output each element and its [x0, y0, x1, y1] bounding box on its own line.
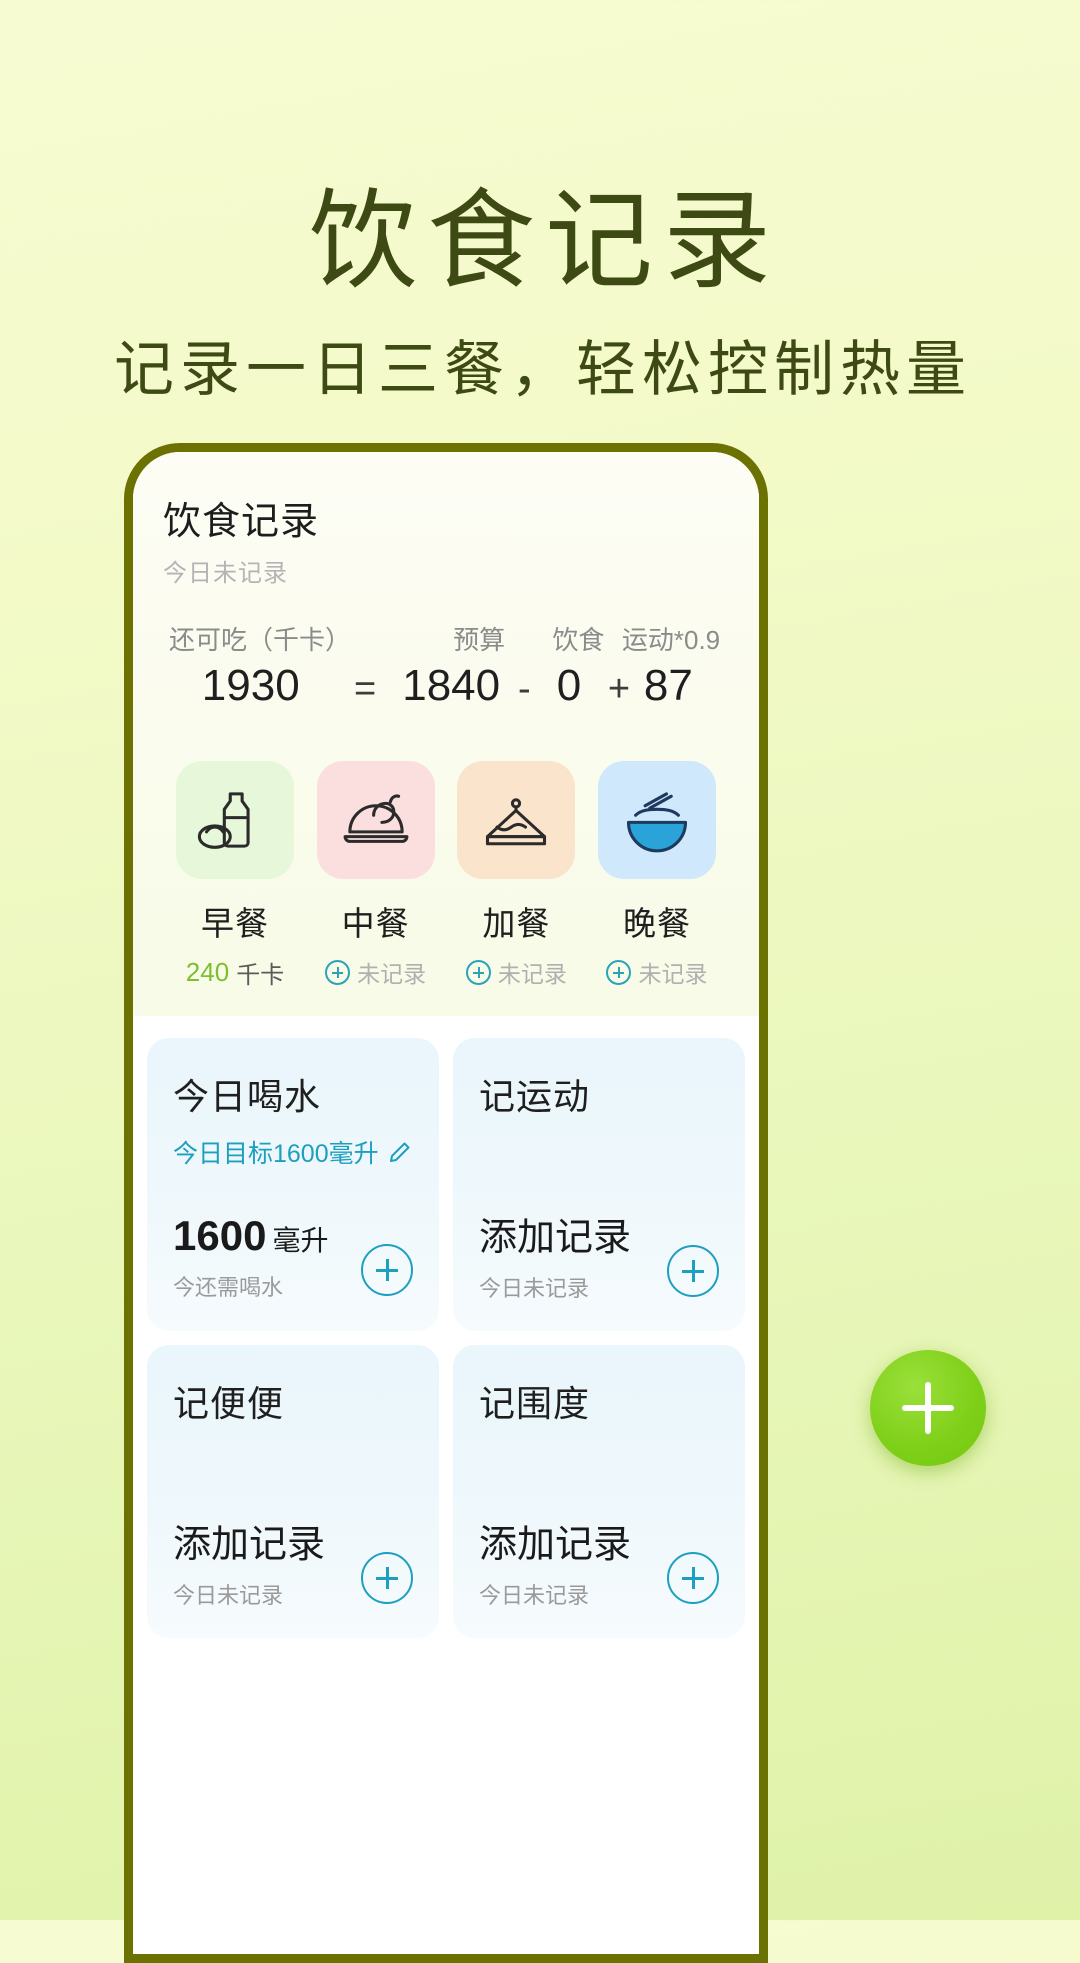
meal-kcal-value: 240	[185, 957, 230, 987]
tracker-body: 添加记录 今日未记录	[479, 1206, 719, 1303]
tracker-card-poop[interactable]: 记便便 添加记录 今日未记录	[147, 1345, 439, 1638]
tracker-title: 记便便	[173, 1383, 285, 1424]
tracker-note: 今还需喝水	[173, 1275, 284, 1300]
water-unit: 毫升	[272, 1225, 329, 1256]
tracker-card-water[interactable]: 今日喝水 今日目标1600毫升 1600 毫升 今还需喝水	[147, 1038, 439, 1331]
calorie-labels-row: 还可吃（千卡） 预算 饮食 运动*0.9	[169, 620, 723, 657]
cake-slice-icon	[457, 761, 576, 879]
operator-equals: =	[354, 668, 377, 710]
tracker-card-measurements[interactable]: 记围度 添加记录 今日未记录	[453, 1345, 745, 1638]
page-subtitle: 记录一日三餐，轻松控制热量	[114, 336, 972, 404]
tracker-note: 今日未记录	[479, 1276, 590, 1301]
meal-label: 加餐	[482, 905, 551, 942]
meal-label: 中餐	[341, 905, 410, 942]
tracker-note: 今日未记录	[479, 1583, 590, 1608]
tracker-grid: 今日喝水 今日目标1600毫升 1600 毫升 今还需喝水 记运动 添加记录 今…	[133, 1016, 759, 1638]
app-card-title: 饮食记录	[163, 501, 320, 543]
water-goal-text: 今日目标1600毫升	[173, 1140, 379, 1168]
calorie-values-row: 1930 = 1840 - 0 + 87	[169, 661, 723, 711]
tracker-body: 添加记录 今日未记录	[479, 1513, 719, 1610]
water-amount: 1600	[173, 1212, 267, 1259]
meal-item-lunch[interactable]: 中餐 未记录	[308, 761, 444, 990]
tracker-body: 添加记录 今日未记录	[173, 1513, 413, 1610]
add-record-icon[interactable]	[465, 959, 491, 985]
operator-minus: -	[517, 668, 531, 710]
value-budget: 1840	[402, 661, 501, 710]
tracker-title: 今日喝水	[173, 1076, 322, 1117]
tracker-left: 添加记录 今日未记录	[479, 1513, 667, 1610]
milk-bun-icon	[176, 761, 294, 879]
roast-chicken-icon	[316, 761, 435, 879]
add-water-button[interactable]	[361, 1244, 413, 1296]
calorie-summary-panel[interactable]: 还可吃（千卡） 预算 饮食 运动*0.9 1930 = 1840 - 0 + 8…	[163, 616, 729, 721]
tracker-card-exercise[interactable]: 记运动 添加记录 今日未记录	[453, 1038, 745, 1331]
add-exercise-button[interactable]	[667, 1245, 719, 1297]
fab-holder	[870, 1348, 1026, 1466]
label-diet: 饮食	[552, 625, 605, 655]
app-screen: 饮食记录 今日未记录 还可吃（千卡） 预算 饮食 运动*0.9 1930 = 1…	[133, 452, 759, 1954]
tracker-note: 今日未记录	[173, 1583, 284, 1608]
tracker-left: 添加记录 今日未记录	[173, 1513, 361, 1610]
promo-header: 饮食记录 记录一日三餐，轻松控制热量	[0, 0, 1080, 408]
tracker-main-value[interactable]: 添加记录	[173, 1513, 361, 1568]
tracker-main-value[interactable]: 添加记录	[479, 1206, 667, 1261]
edit-pencil-icon[interactable]	[388, 1140, 412, 1164]
phone-mockup: 饮食记录 今日未记录 还可吃（千卡） 预算 饮食 运动*0.9 1930 = 1…	[124, 443, 768, 1963]
app-card-subtitle: 今日未记录	[163, 560, 288, 587]
tracker-body: 1600 毫升 今还需喝水	[173, 1212, 413, 1302]
meal-status-text: 未记录	[497, 961, 567, 987]
meal-status[interactable]: 未记录	[448, 955, 584, 989]
value-diet: 0	[556, 661, 582, 710]
add-measurement-button[interactable]	[667, 1552, 719, 1604]
operator-plus: +	[607, 668, 631, 710]
label-remaining: 还可吃（千卡）	[169, 625, 352, 655]
page-title: 饮食记录	[308, 180, 781, 301]
meal-status-text: 未记录	[357, 961, 427, 987]
tracker-main-value: 1600 毫升	[173, 1212, 361, 1260]
add-record-fab[interactable]	[870, 1350, 986, 1466]
phone-frame: 饮食记录 今日未记录 还可吃（千卡） 预算 饮食 运动*0.9 1930 = 1…	[124, 443, 768, 1963]
tracker-main-value[interactable]: 添加记录	[479, 1513, 667, 1568]
tracker-left: 1600 毫升 今还需喝水	[173, 1212, 361, 1302]
add-record-icon[interactable]	[325, 959, 351, 985]
add-record-icon[interactable]	[606, 959, 632, 985]
meal-status-text: 未记录	[638, 961, 708, 987]
meal-kcal-unit: 千卡	[236, 962, 285, 989]
label-budget: 预算	[453, 625, 506, 655]
value-exercise: 87	[643, 661, 693, 710]
meal-item-snack[interactable]: 加餐 未记录	[448, 761, 584, 990]
meal-row: 早餐 240 千卡 中餐 未记录 加餐 未记录 晚餐 未记录	[163, 761, 729, 990]
meal-item-breakfast[interactable]: 早餐 240 千卡	[167, 761, 303, 990]
tracker-title: 记围度	[479, 1383, 591, 1424]
label-exercise: 运动*0.9	[621, 625, 721, 655]
meal-item-dinner[interactable]: 晚餐 未记录	[589, 761, 725, 990]
meal-label: 晚餐	[622, 905, 691, 942]
tracker-left: 添加记录 今日未记录	[479, 1206, 667, 1303]
noodle-bowl-icon	[597, 761, 716, 879]
diet-summary-section: 饮食记录 今日未记录 还可吃（千卡） 预算 饮食 运动*0.9 1930 = 1…	[133, 452, 759, 1016]
meal-label: 早餐	[201, 905, 269, 942]
meal-status[interactable]: 未记录	[308, 955, 444, 989]
add-poop-button[interactable]	[361, 1552, 413, 1604]
tracker-title: 记运动	[479, 1076, 591, 1117]
meal-status: 240 千卡	[167, 955, 303, 990]
value-remaining: 1930	[201, 661, 300, 710]
water-goal-row[interactable]: 今日目标1600毫升	[173, 1134, 413, 1170]
meal-status[interactable]: 未记录	[589, 955, 725, 989]
